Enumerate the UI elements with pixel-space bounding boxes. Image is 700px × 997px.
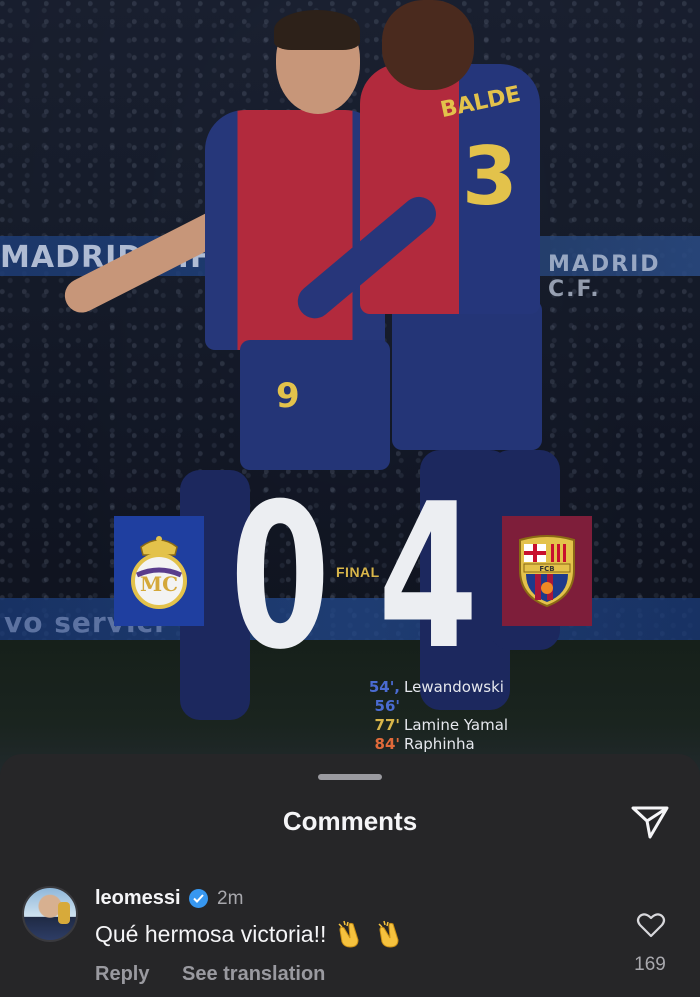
- player-shorts: [240, 340, 390, 470]
- like-count: 169: [634, 954, 666, 975]
- send-icon[interactable]: [630, 804, 670, 840]
- heart-icon[interactable]: [636, 911, 666, 939]
- match-status: FINAL: [336, 564, 380, 580]
- comment-username[interactable]: leomessi: [95, 887, 181, 910]
- home-score: 0: [230, 461, 331, 694]
- trophy-icon: [58, 902, 70, 924]
- scorer-minutes: 54', 56': [368, 678, 400, 715]
- fc-barcelona-crest-icon: FCB: [502, 516, 592, 626]
- player-hair: [274, 10, 360, 50]
- comment-username-row: leomessi: [95, 887, 208, 910]
- stand-banner-text-right: MADRID C.F.: [548, 252, 661, 302]
- scorer-row: 54', 56' Lewandowski: [352, 678, 508, 716]
- scorer-minutes: 77': [374, 716, 400, 734]
- clapping-hands-icon: [378, 920, 399, 948]
- clapping-hands-icon: [338, 920, 359, 948]
- post-image: MADRID C.F MADRID C.F. vo servici 9 BALD…: [0, 0, 700, 780]
- scorer-name: Lewandowski: [404, 678, 504, 696]
- scorer-minutes: 84': [374, 735, 400, 753]
- comment-text: Qué hermosa victoria!!: [95, 920, 327, 947]
- sheet-drag-handle[interactable]: [318, 774, 382, 780]
- comment-time: 2m: [217, 888, 244, 909]
- player-front-number: 9: [276, 376, 300, 416]
- reply-button[interactable]: Reply: [95, 963, 149, 986]
- scorer-row: 84' Raphinha: [352, 735, 508, 754]
- scorer-row: 77' Lamine Yamal: [352, 716, 509, 735]
- comment-text-row: Qué hermosa victoria!!: [95, 920, 406, 948]
- player-shirt: [205, 110, 385, 350]
- player-head: [382, 0, 474, 90]
- player-back-number: 3: [462, 130, 518, 223]
- see-translation-button[interactable]: See translation: [182, 963, 325, 986]
- real-madrid-crest-icon: MC: [114, 516, 204, 626]
- avatar[interactable]: [22, 886, 78, 942]
- scorer-name: Lamine Yamal: [404, 716, 509, 734]
- goal-scorers: 54', 56' Lewandowski 77' Lamine Yamal 84…: [352, 678, 508, 754]
- comments-title: Comments: [282, 806, 418, 836]
- player-shorts: [392, 300, 542, 450]
- svg-text:MC: MC: [140, 572, 178, 596]
- verified-badge-icon: [188, 889, 208, 908]
- scorer-name: Raphinha: [404, 735, 475, 753]
- away-score: 4: [378, 461, 479, 694]
- comments-sheet: Comments leomessi 2m Qué hermosa victori…: [0, 754, 700, 997]
- svg-text:FCB: FCB: [539, 565, 554, 573]
